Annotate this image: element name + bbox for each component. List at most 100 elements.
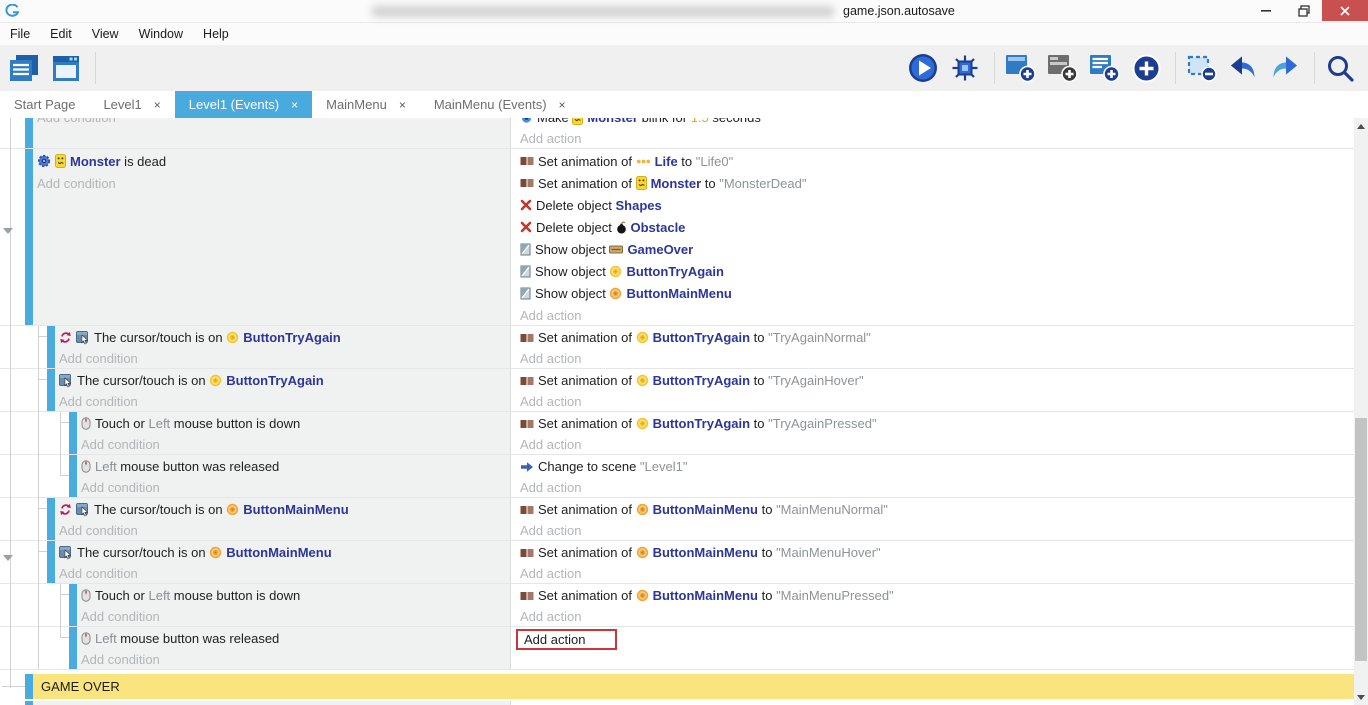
condition-line[interactable]: The cursor/touch is on ButtonMainMenu [55, 542, 510, 563]
menu-item-file[interactable]: File [0, 23, 40, 45]
scene-window-button[interactable] [50, 50, 86, 86]
add-action-highlighted[interactable]: Add action [516, 629, 617, 650]
subevent-guide-tick [60, 422, 69, 423]
menu-item-window[interactable]: Window [129, 23, 193, 45]
condition-line[interactable]: Touch or Left mouse button is down [77, 413, 510, 434]
tab-close-icon[interactable]: × [399, 98, 406, 112]
tab-level1[interactable]: Level1× [89, 91, 174, 118]
add-condition-placeholder[interactable]: Add condition [55, 348, 510, 369]
add-subevent-button[interactable] [1046, 50, 1082, 86]
vertical-scrollbar[interactable] [1354, 118, 1368, 705]
event-drag-bar[interactable] [69, 627, 77, 669]
add-condition-placeholder[interactable]: Add condition [77, 606, 510, 627]
add-action-placeholder[interactable]: Add action [516, 304, 1354, 326]
add-event-circle-button[interactable] [1130, 50, 1166, 86]
delete-selection-button[interactable] [1185, 50, 1221, 86]
scroll-down-arrow[interactable] [1357, 695, 1365, 700]
close-button[interactable] [1322, 0, 1368, 21]
play-button[interactable] [907, 50, 943, 86]
tab-mainmenu-events[interactable]: MainMenu (Events)× [420, 91, 580, 118]
collapse-arrow[interactable] [3, 228, 13, 234]
menu-item-help[interactable]: Help [193, 23, 239, 45]
add-condition-placeholder[interactable]: Add condition [77, 649, 510, 670]
action-line[interactable]: Delete object Shapes [516, 194, 1354, 216]
action-line[interactable]: Set animation of ButtonTryAgain to "TryA… [516, 327, 1354, 348]
menu-item-edit[interactable]: Edit [40, 23, 82, 45]
add-comment-button[interactable] [1088, 50, 1124, 86]
action-line[interactable]: Set animation of ButtonTryAgain to "TryA… [516, 413, 1354, 434]
add-condition-placeholder[interactable]: Add condition [55, 391, 510, 412]
action-line[interactable]: Show object ButtonTryAgain [516, 260, 1354, 282]
event-drag-bar[interactable] [25, 701, 33, 705]
add-action-placeholder[interactable]: Add action [516, 434, 1354, 455]
add-condition-placeholder[interactable]: Add condition [77, 477, 510, 498]
add-condition-placeholder[interactable]: Add condition [77, 434, 510, 455]
action-line[interactable]: Show object ButtonMainMenu [516, 282, 1354, 304]
menu-item-view[interactable]: View [82, 23, 129, 45]
event-drag-bar[interactable] [25, 674, 33, 699]
row-indent [0, 369, 47, 411]
condition-line[interactable]: The cursor/touch is on ButtonTryAgain [55, 370, 510, 391]
action-line[interactable]: Change to scene "Level1" [516, 456, 1354, 477]
event-drag-bar[interactable] [69, 412, 77, 454]
event-drag-bar[interactable] [25, 118, 33, 148]
tab-mainmenu[interactable]: MainMenu× [312, 91, 420, 118]
event-drag-bar[interactable] [47, 326, 55, 368]
scrollbar-thumb[interactable] [1355, 418, 1367, 661]
add-condition-placeholder[interactable]: Add condition [55, 520, 510, 541]
add-condition-placeholder[interactable]: Add condition [33, 118, 510, 128]
event-drag-bar[interactable] [69, 455, 77, 497]
collapse-arrow[interactable] [3, 555, 13, 561]
add-action-placeholder[interactable]: Add action [516, 348, 1354, 369]
tab-close-icon[interactable]: × [559, 98, 566, 112]
condition-line[interactable]: The cursor/touch is on ButtonMainMenu [55, 499, 510, 520]
project-manager-button[interactable] [8, 50, 44, 86]
event-drag-bar[interactable] [47, 541, 55, 583]
undo-button[interactable] [1227, 50, 1263, 86]
restore-button[interactable] [1285, 0, 1322, 21]
add-action-placeholder[interactable]: Add action [516, 391, 1354, 412]
event-drag-bar[interactable] [47, 369, 55, 411]
action-line[interactable]: Set animation of Life to "Life0" [516, 150, 1354, 172]
tab-start-page[interactable]: Start Page [0, 91, 89, 118]
event-drag-bar[interactable] [25, 149, 33, 325]
add-action-placeholder[interactable]: Add action [516, 606, 1354, 627]
action-line[interactable]: Delete object Obstacle [516, 216, 1354, 238]
object-name: ButtonTryAgain [653, 416, 751, 431]
comment-row[interactable]: GAME OVER [0, 674, 1354, 699]
action-line[interactable]: Set animation of ButtonMainMenu to "Main… [516, 499, 1354, 520]
condition-line[interactable]: Monster is dead [33, 150, 510, 172]
add-action-placeholder[interactable]: Add action [516, 563, 1354, 584]
tab-close-icon[interactable]: × [154, 98, 161, 112]
scroll-up-arrow[interactable] [1357, 124, 1365, 129]
event-drag-bar[interactable] [69, 584, 77, 626]
tab-close-icon[interactable]: × [291, 98, 298, 112]
actions-column: Set animation of ButtonTryAgain to "TryA… [511, 369, 1354, 411]
text-segment: Show object [535, 264, 609, 279]
minimize-button[interactable] [1248, 0, 1285, 21]
condition-line[interactable]: The cursor/touch is on ButtonTryAgain [55, 327, 510, 348]
condition-line[interactable]: Left mouse button was released [77, 456, 510, 477]
event-row-partial [0, 701, 1354, 705]
action-line[interactable]: Set animation of Monster to "MonsterDead… [516, 172, 1354, 194]
condition-line[interactable]: Left mouse button was released [77, 628, 510, 649]
add-condition-placeholder[interactable]: Add condition [33, 172, 510, 194]
condition-line[interactable]: Touch or Left mouse button is down [77, 585, 510, 606]
redo-button[interactable] [1269, 50, 1305, 86]
event-drag-bar[interactable] [47, 498, 55, 540]
button-orange-icon [636, 589, 649, 602]
gdevelop-logo-icon [4, 4, 20, 19]
action-line[interactable]: Set animation of ButtonTryAgain to "TryA… [516, 370, 1354, 391]
debug-button[interactable] [949, 50, 985, 86]
action-line[interactable]: Set animation of ButtonMainMenu to "Main… [516, 542, 1354, 563]
tab-level1-events[interactable]: Level1 (Events)× [175, 91, 312, 118]
action-line[interactable]: Make Monster blink for 1.5 seconds [516, 118, 1354, 128]
action-line[interactable]: Show object GameOver [516, 238, 1354, 260]
add-action-placeholder[interactable]: Add action [516, 128, 1354, 149]
add-action-placeholder[interactable]: Add action [516, 477, 1354, 498]
add-condition-placeholder[interactable]: Add condition [55, 563, 510, 584]
add-event-button[interactable] [1004, 50, 1040, 86]
search-button[interactable] [1324, 50, 1360, 86]
add-action-placeholder[interactable]: Add action [516, 520, 1354, 541]
action-line[interactable]: Set animation of ButtonMainMenu to "Main… [516, 585, 1354, 606]
